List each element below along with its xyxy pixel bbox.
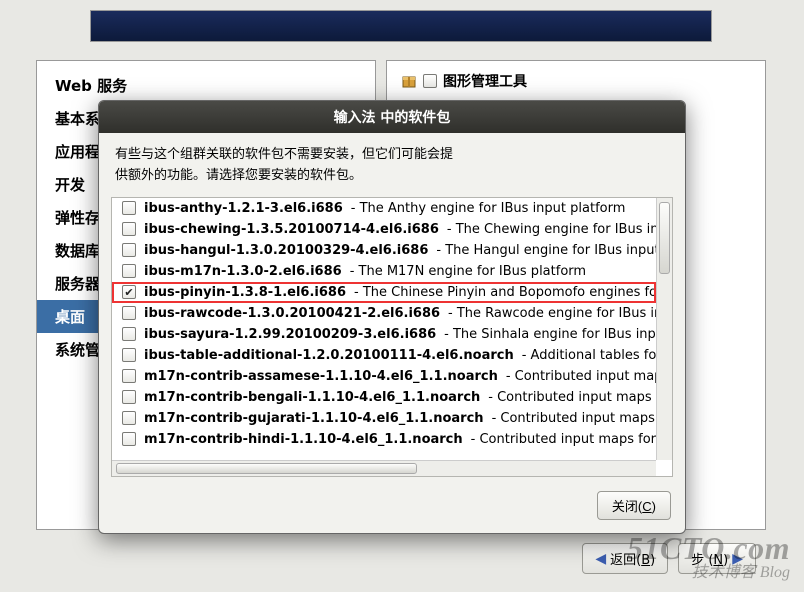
group-checkbox[interactable] bbox=[423, 74, 437, 88]
package-row[interactable]: m17n-contrib-hindi-1.1.10-4.el6_1.1.noar… bbox=[112, 429, 656, 450]
package-name: ibus-hangul-1.3.0.20100329-4.el6.i686 bbox=[144, 243, 428, 258]
package-desc: - The Rawcode engine for IBus inp bbox=[448, 306, 656, 321]
package-row[interactable]: m17n-contrib-gujarati-1.1.10-4.el6_1.1.n… bbox=[112, 408, 656, 429]
package-name: ibus-pinyin-1.3.8-1.el6.i686 bbox=[144, 285, 346, 300]
package-list[interactable]: ibus-anthy-1.2.1-3.el6.i686 - The Anthy … bbox=[112, 198, 656, 460]
close-button[interactable]: 关闭(C) bbox=[597, 491, 671, 520]
package-checkbox[interactable] bbox=[122, 348, 136, 362]
package-desc: - The Hangul engine for IBus input p bbox=[436, 243, 656, 258]
package-desc: - Contributed input maps fo bbox=[488, 390, 656, 405]
package-icon bbox=[401, 73, 417, 89]
dialog-description: 有些与这个组群关联的软件包不需要安装，但它们可能会提 供额外的功能。请选择您要安… bbox=[99, 133, 685, 197]
top-banner bbox=[90, 10, 712, 42]
package-desc: - The Sinhala engine for IBus input bbox=[444, 327, 656, 342]
package-checkbox[interactable] bbox=[122, 201, 136, 215]
package-desc: - Contributed input maps bbox=[506, 369, 656, 384]
package-desc: - The M17N engine for IBus platform bbox=[350, 264, 586, 279]
package-name: ibus-anthy-1.2.1-3.el6.i686 bbox=[144, 201, 343, 216]
wizard-nav: ◀ 返回(B) 步 (N) ▶ bbox=[0, 543, 804, 574]
package-name: m17n-contrib-bengali-1.1.10-4.el6_1.1.no… bbox=[144, 390, 480, 405]
package-row[interactable]: ibus-chewing-1.3.5.20100714-4.el6.i686 -… bbox=[112, 219, 656, 240]
package-checkbox[interactable] bbox=[122, 432, 136, 446]
package-row[interactable]: ibus-anthy-1.2.1-3.el6.i686 - The Anthy … bbox=[112, 198, 656, 219]
vertical-scrollbar[interactable] bbox=[656, 198, 672, 460]
package-row[interactable]: m17n-contrib-bengali-1.1.10-4.el6_1.1.no… bbox=[112, 387, 656, 408]
package-name: ibus-table-additional-1.2.0.20100111-4.e… bbox=[144, 348, 514, 363]
package-name: ibus-chewing-1.3.5.20100714-4.el6.i686 bbox=[144, 222, 439, 237]
package-checkbox[interactable] bbox=[122, 327, 136, 341]
package-row[interactable]: ibus-rawcode-1.3.0.20100421-2.el6.i686 -… bbox=[112, 303, 656, 324]
package-row[interactable]: m17n-contrib-assamese-1.1.10-4.el6_1.1.n… bbox=[112, 366, 656, 387]
package-checkbox[interactable] bbox=[122, 264, 136, 278]
package-row[interactable]: ibus-m17n-1.3.0-2.el6.i686 - The M17N en… bbox=[112, 261, 656, 282]
package-desc: - Contributed input maps for H bbox=[471, 432, 656, 447]
package-row[interactable]: ibus-table-additional-1.2.0.20100111-4.e… bbox=[112, 345, 656, 366]
package-name: ibus-rawcode-1.3.0.20100421-2.el6.i686 bbox=[144, 306, 440, 321]
package-list-pane: ibus-anthy-1.2.1-3.el6.i686 - The Anthy … bbox=[111, 197, 673, 477]
package-desc: - Contributed input maps fo bbox=[492, 411, 656, 426]
horizontal-scrollbar[interactable] bbox=[112, 460, 656, 476]
arrow-right-icon: ▶ bbox=[732, 551, 743, 567]
next-button[interactable]: 步 (N) ▶ bbox=[678, 543, 756, 574]
package-desc: - The Chewing engine for IBus inpu bbox=[447, 222, 656, 237]
package-checkbox[interactable] bbox=[122, 222, 136, 236]
package-checkbox[interactable] bbox=[122, 306, 136, 320]
package-row[interactable]: ✔ ibus-pinyin-1.3.8-1.el6.i686 - The Chin… bbox=[112, 282, 656, 303]
group-row[interactable]: 图形管理工具 bbox=[387, 61, 765, 101]
packages-dialog: 输入法 中的软件包 有些与这个组群关联的软件包不需要安装，但它们可能会提 供额外… bbox=[98, 100, 686, 534]
package-desc: - The Chinese Pinyin and Bopomofo engine… bbox=[354, 285, 656, 300]
package-row[interactable]: ibus-sayura-1.2.99.20100209-3.el6.i686 -… bbox=[112, 324, 656, 345]
group-label: 图形管理工具 bbox=[443, 71, 527, 91]
dialog-title: 输入法 中的软件包 bbox=[99, 101, 685, 133]
package-name: m17n-contrib-gujarati-1.1.10-4.el6_1.1.n… bbox=[144, 411, 484, 426]
package-checkbox[interactable] bbox=[122, 369, 136, 383]
package-checkbox[interactable] bbox=[122, 243, 136, 257]
package-name: m17n-contrib-hindi-1.1.10-4.el6_1.1.noar… bbox=[144, 432, 463, 447]
arrow-left-icon: ◀ bbox=[595, 551, 606, 567]
package-name: ibus-sayura-1.2.99.20100209-3.el6.i686 bbox=[144, 327, 436, 342]
package-checkbox[interactable]: ✔ bbox=[122, 285, 136, 299]
package-checkbox[interactable] bbox=[122, 390, 136, 404]
package-checkbox[interactable] bbox=[122, 411, 136, 425]
package-row[interactable]: ibus-hangul-1.3.0.20100329-4.el6.i686 - … bbox=[112, 240, 656, 261]
package-name: m17n-contrib-assamese-1.1.10-4.el6_1.1.n… bbox=[144, 369, 498, 384]
package-name: ibus-m17n-1.3.0-2.el6.i686 bbox=[144, 264, 342, 279]
package-desc: - Additional tables for bbox=[522, 348, 656, 363]
package-desc: - The Anthy engine for IBus input platfo… bbox=[351, 201, 626, 216]
back-button[interactable]: ◀ 返回(B) bbox=[582, 543, 668, 574]
category-item[interactable]: Web 服务 bbox=[37, 69, 375, 102]
